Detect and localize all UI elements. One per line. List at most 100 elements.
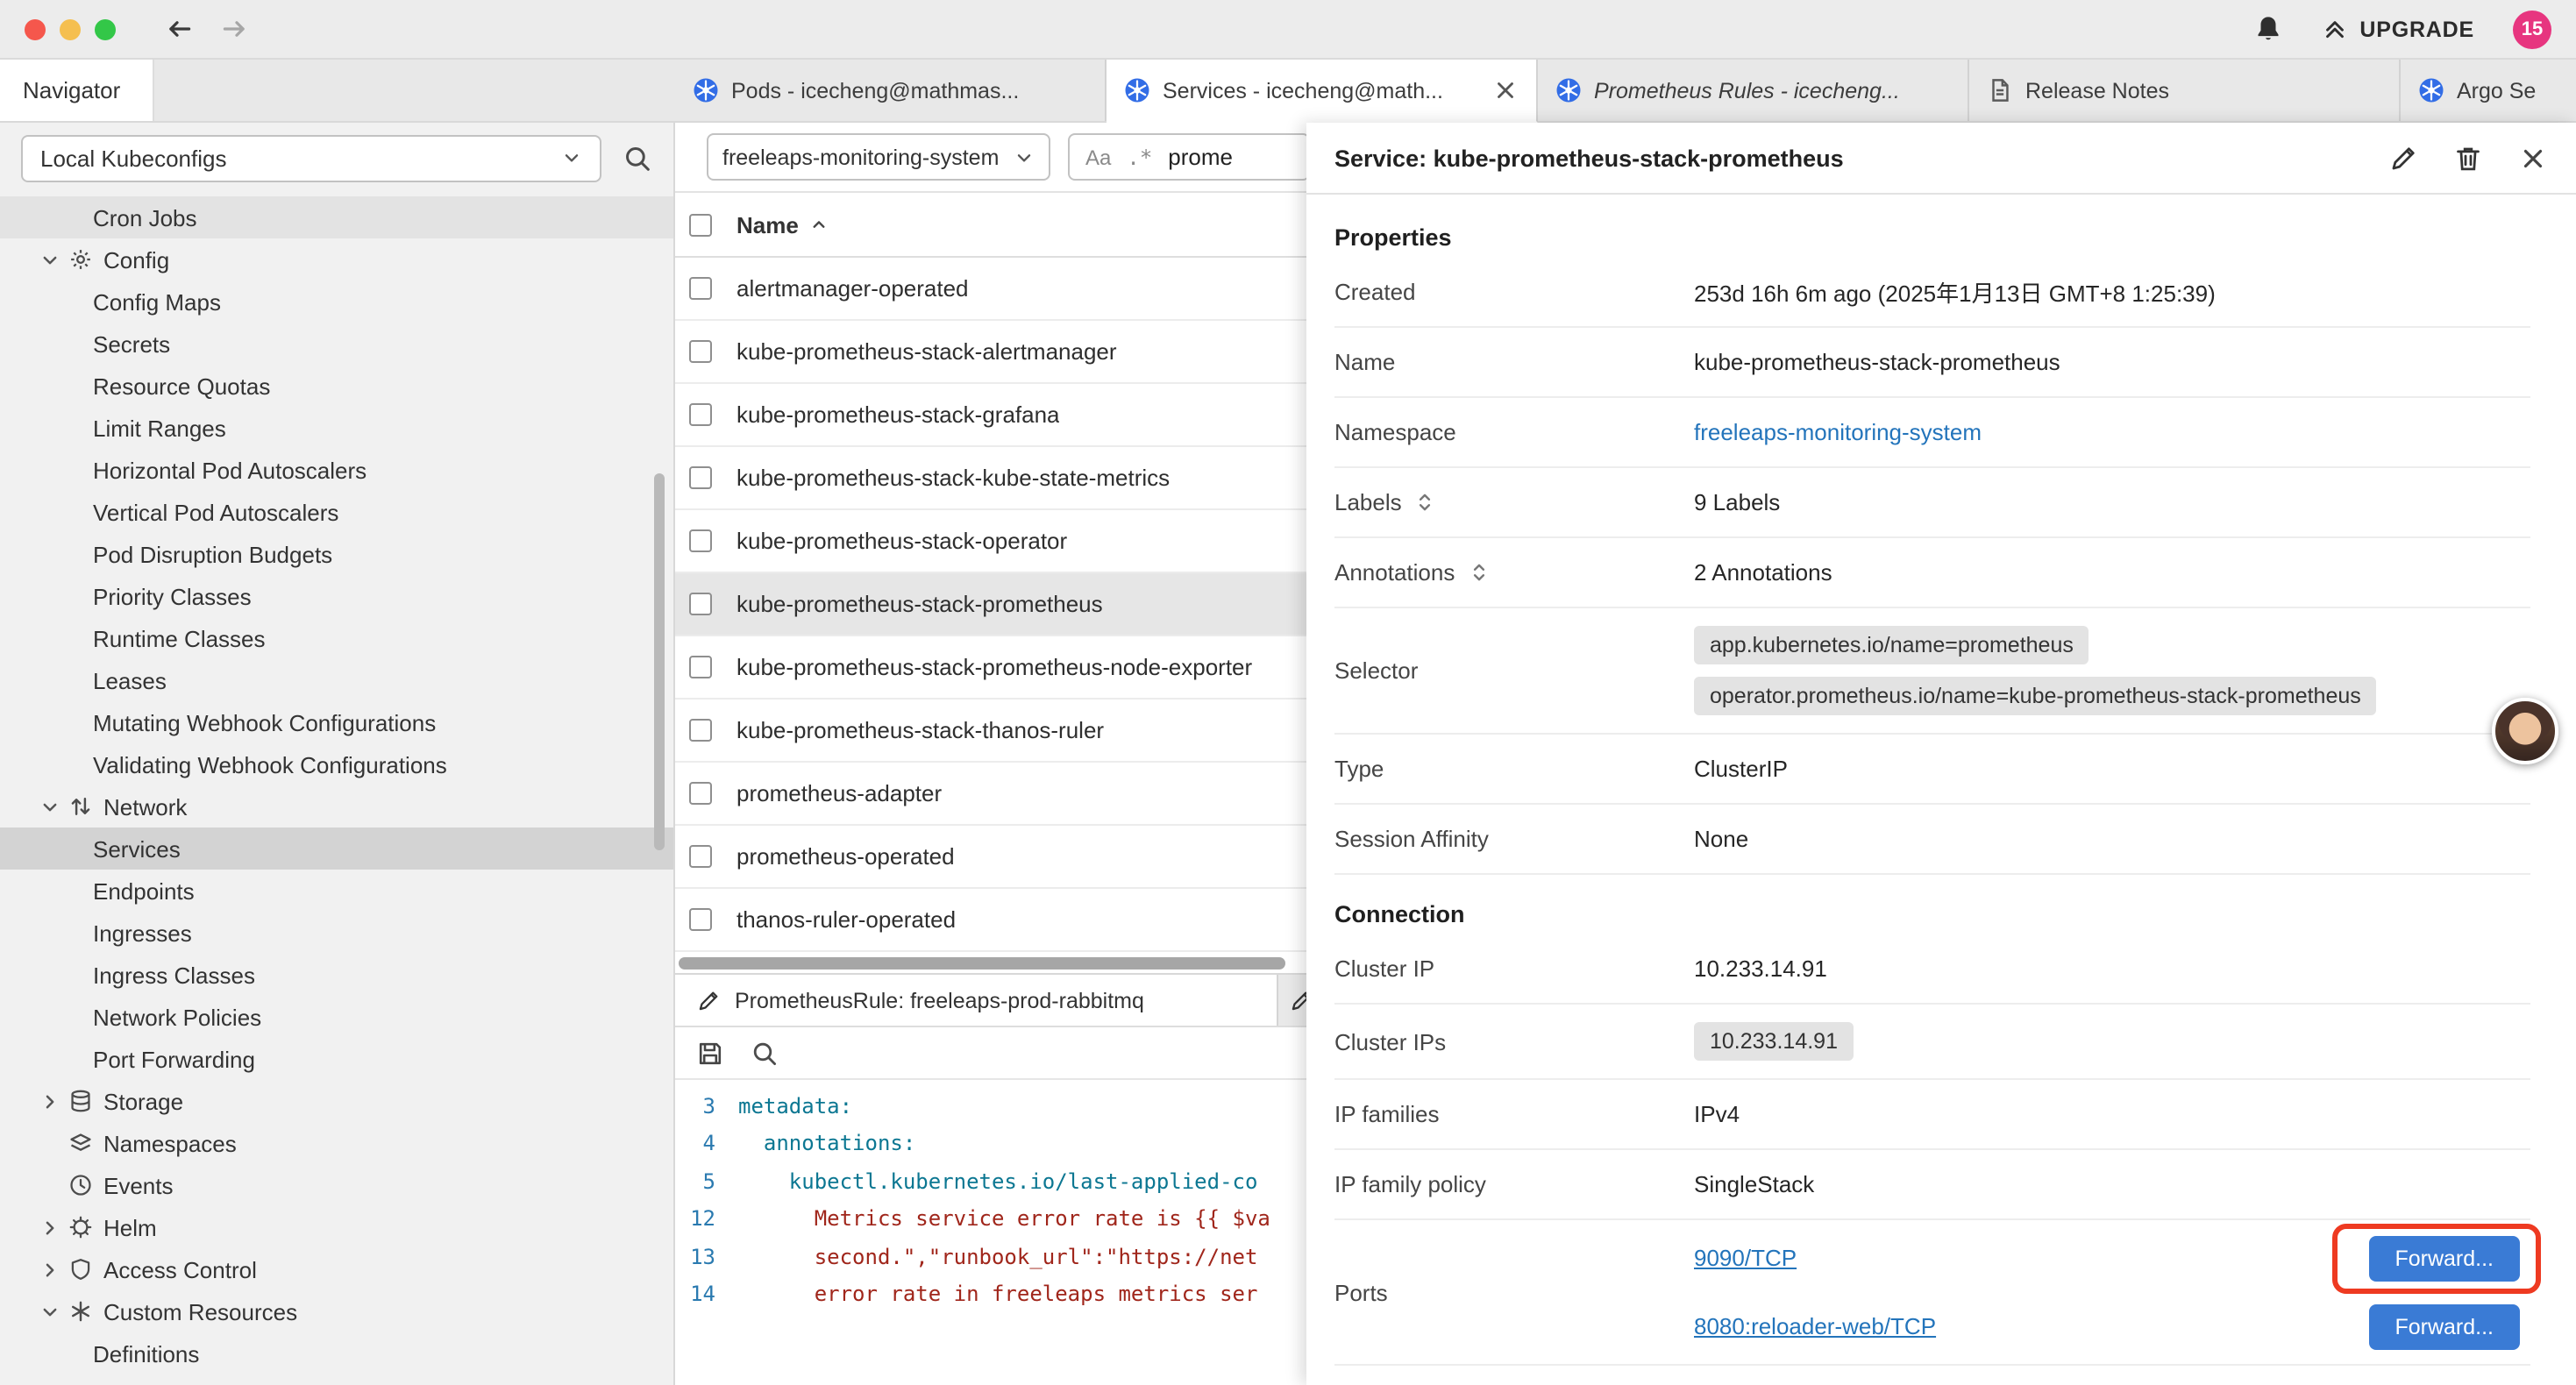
table-row[interactable]: alertmanager-operated	[675, 258, 1306, 321]
table-row[interactable]: prometheus-operated	[675, 826, 1306, 889]
sidebar-item-events[interactable]: Events	[0, 1164, 673, 1206]
sidebar-item-config-maps[interactable]: Config Maps	[0, 281, 673, 323]
edit-pencil-icon[interactable]	[2388, 143, 2418, 173]
table-row[interactable]: kube-prometheus-stack-alertmanager	[675, 321, 1306, 384]
table-row[interactable]: thanos-ruler-operated	[675, 889, 1306, 952]
port-link[interactable]: 8080:reloader-web/TCP	[1694, 1313, 1936, 1339]
sidebar-item-port-forwarding[interactable]: Port Forwarding	[0, 1038, 673, 1080]
sidebar-item-endpoints[interactable]: Endpoints	[0, 870, 673, 912]
regex-toggle[interactable]: .*	[1127, 145, 1152, 169]
row-checkbox[interactable]	[689, 466, 712, 489]
sidebar-item-helm[interactable]: Helm	[0, 1206, 673, 1248]
forward-icon[interactable]	[219, 14, 249, 44]
sidebar-item-limit-ranges[interactable]: Limit Ranges	[0, 407, 673, 449]
editor-search-icon[interactable]	[751, 1039, 779, 1067]
notifications-bell-icon[interactable]	[2252, 14, 2282, 44]
tab-3[interactable]: Prometheus Rules - icecheng...	[1538, 60, 1969, 121]
forward-button[interactable]: Forward...	[2368, 1235, 2520, 1281]
row-checkbox[interactable]	[689, 403, 712, 426]
sort-updown-icon[interactable]	[1467, 561, 1490, 584]
sidebar-item-config[interactable]: Config	[0, 238, 673, 281]
service-name: kube-prometheus-stack-prometheus-node-ex…	[737, 654, 1252, 680]
avatar[interactable]	[2492, 698, 2558, 764]
row-checkbox[interactable]	[689, 908, 712, 931]
chevron-down-icon	[35, 1302, 63, 1321]
sidebar-item-services[interactable]: Services	[0, 827, 673, 870]
back-icon[interactable]	[165, 14, 195, 44]
dock-tab-partial[interactable]	[1278, 975, 1306, 1026]
namespace-select[interactable]: freeleaps-monitoring-system	[707, 133, 1050, 181]
sidebar-item-horizontal-pod-autoscalers[interactable]: Horizontal Pod Autoscalers	[0, 449, 673, 491]
sidebar-item-access-control[interactable]: Access Control	[0, 1248, 673, 1290]
chevron-down-icon	[35, 797, 63, 816]
sidebar-item-ingress-classes[interactable]: Ingress Classes	[0, 954, 673, 996]
maximize-traffic-light[interactable]	[95, 18, 116, 39]
sidebar-item-ingresses[interactable]: Ingresses	[0, 912, 673, 954]
line-number: 13	[675, 1245, 738, 1269]
name-column-header[interactable]: Name	[737, 211, 830, 238]
row-checkbox[interactable]	[689, 845, 712, 868]
table-row[interactable]: kube-prometheus-stack-prometheus-node-ex…	[675, 636, 1306, 700]
tab-5[interactable]: Argo Se	[2401, 60, 2576, 121]
tab-2[interactable]: Services - icecheng@math...	[1107, 60, 1538, 123]
notification-count-badge[interactable]: 15	[2513, 10, 2551, 48]
sidebar-item-label: Secrets	[93, 330, 170, 357]
row-checkbox[interactable]	[689, 719, 712, 742]
delete-trash-icon[interactable]	[2453, 143, 2483, 173]
tab-1[interactable]: Pods - icecheng@mathmas...	[675, 60, 1107, 121]
row-checkbox[interactable]	[689, 656, 712, 678]
kubeconfig-select[interactable]: Local Kubeconfigs	[21, 134, 601, 181]
table-row[interactable]: kube-prometheus-stack-operator	[675, 510, 1306, 573]
tab-4[interactable]: Release Notes	[1969, 60, 2401, 121]
minimize-traffic-light[interactable]	[60, 18, 81, 39]
sidebar-item-network[interactable]: Network	[0, 785, 673, 827]
sidebar-search-icon[interactable]	[623, 143, 652, 173]
dock-tab-prometheusrule[interactable]: PrometheusRule: freeleaps-prod-rabbitmq	[675, 975, 1278, 1026]
service-table-rows: alertmanager-operatedkube-prometheus-sta…	[675, 258, 1306, 952]
sidebar-item-custom-resources[interactable]: Custom Resources	[0, 1290, 673, 1332]
save-icon[interactable]	[696, 1039, 724, 1067]
code-text: Metrics service error rate is {{ $va	[738, 1207, 1270, 1232]
sidebar-item-network-policies[interactable]: Network Policies	[0, 996, 673, 1038]
sidebar-item-storage[interactable]: Storage	[0, 1080, 673, 1122]
close-traffic-light[interactable]	[25, 18, 46, 39]
sort-updown-icon[interactable]	[1414, 491, 1437, 514]
tab-close-icon[interactable]	[1492, 77, 1519, 103]
search-input[interactable]: Aa .* prome	[1068, 133, 1310, 181]
table-row[interactable]: kube-prometheus-stack-kube-state-metrics	[675, 447, 1306, 510]
close-icon[interactable]	[2518, 143, 2548, 173]
ports-value: 9090/TCP Forward... 8080:reloader-web/TCP F…	[1694, 1224, 2530, 1360]
sidebar-item-namespaces[interactable]: Namespaces	[0, 1122, 673, 1164]
sidebar-item-definitions[interactable]: Definitions	[0, 1332, 673, 1374]
sidebar-scrollbar[interactable]	[654, 473, 665, 850]
horizontal-scrollbar-thumb[interactable]	[679, 957, 1285, 970]
table-row[interactable]: kube-prometheus-stack-thanos-ruler	[675, 700, 1306, 763]
sidebar-item-priority-classes[interactable]: Priority Classes	[0, 575, 673, 617]
sidebar-item-validating-webhook-configurations[interactable]: Validating Webhook Configurations	[0, 743, 673, 785]
row-checkbox[interactable]	[689, 277, 712, 300]
sidebar-item-mutating-webhook-configurations[interactable]: Mutating Webhook Configurations	[0, 701, 673, 743]
line-number: 14	[675, 1282, 738, 1307]
select-all-checkbox[interactable]	[689, 213, 712, 236]
namespace-link[interactable]: freeleaps-monitoring-system	[1694, 419, 1982, 445]
row-checkbox[interactable]	[689, 782, 712, 805]
table-row[interactable]: kube-prometheus-stack-prometheus	[675, 573, 1306, 636]
table-row[interactable]: prometheus-adapter	[675, 763, 1306, 826]
sidebar-item-leases[interactable]: Leases	[0, 659, 673, 701]
port-link[interactable]: 9090/TCP	[1694, 1245, 1797, 1271]
row-checkbox[interactable]	[689, 593, 712, 615]
editor-line: 13 second.","runbook_url":"https://net	[675, 1238, 1306, 1275]
sidebar-item-pod-disruption-budgets[interactable]: Pod Disruption Budgets	[0, 533, 673, 575]
row-checkbox[interactable]	[689, 340, 712, 363]
yaml-editor[interactable]: 3metadata:4 annotations:5 kubectl.kubern…	[675, 1080, 1306, 1385]
table-row[interactable]: kube-prometheus-stack-grafana	[675, 384, 1306, 447]
sidebar-item-runtime-classes[interactable]: Runtime Classes	[0, 617, 673, 659]
match-case-toggle[interactable]: Aa	[1085, 145, 1111, 169]
row-checkbox[interactable]	[689, 529, 712, 552]
forward-button[interactable]: Forward...	[2368, 1303, 2520, 1349]
sidebar-item-vertical-pod-autoscalers[interactable]: Vertical Pod Autoscalers	[0, 491, 673, 533]
sidebar-item-cron-jobs[interactable]: Cron Jobs	[0, 196, 673, 238]
sidebar-item-secrets[interactable]: Secrets	[0, 323, 673, 365]
sidebar-item-resource-quotas[interactable]: Resource Quotas	[0, 365, 673, 407]
upgrade-button[interactable]: UPGRADE	[2321, 16, 2474, 42]
